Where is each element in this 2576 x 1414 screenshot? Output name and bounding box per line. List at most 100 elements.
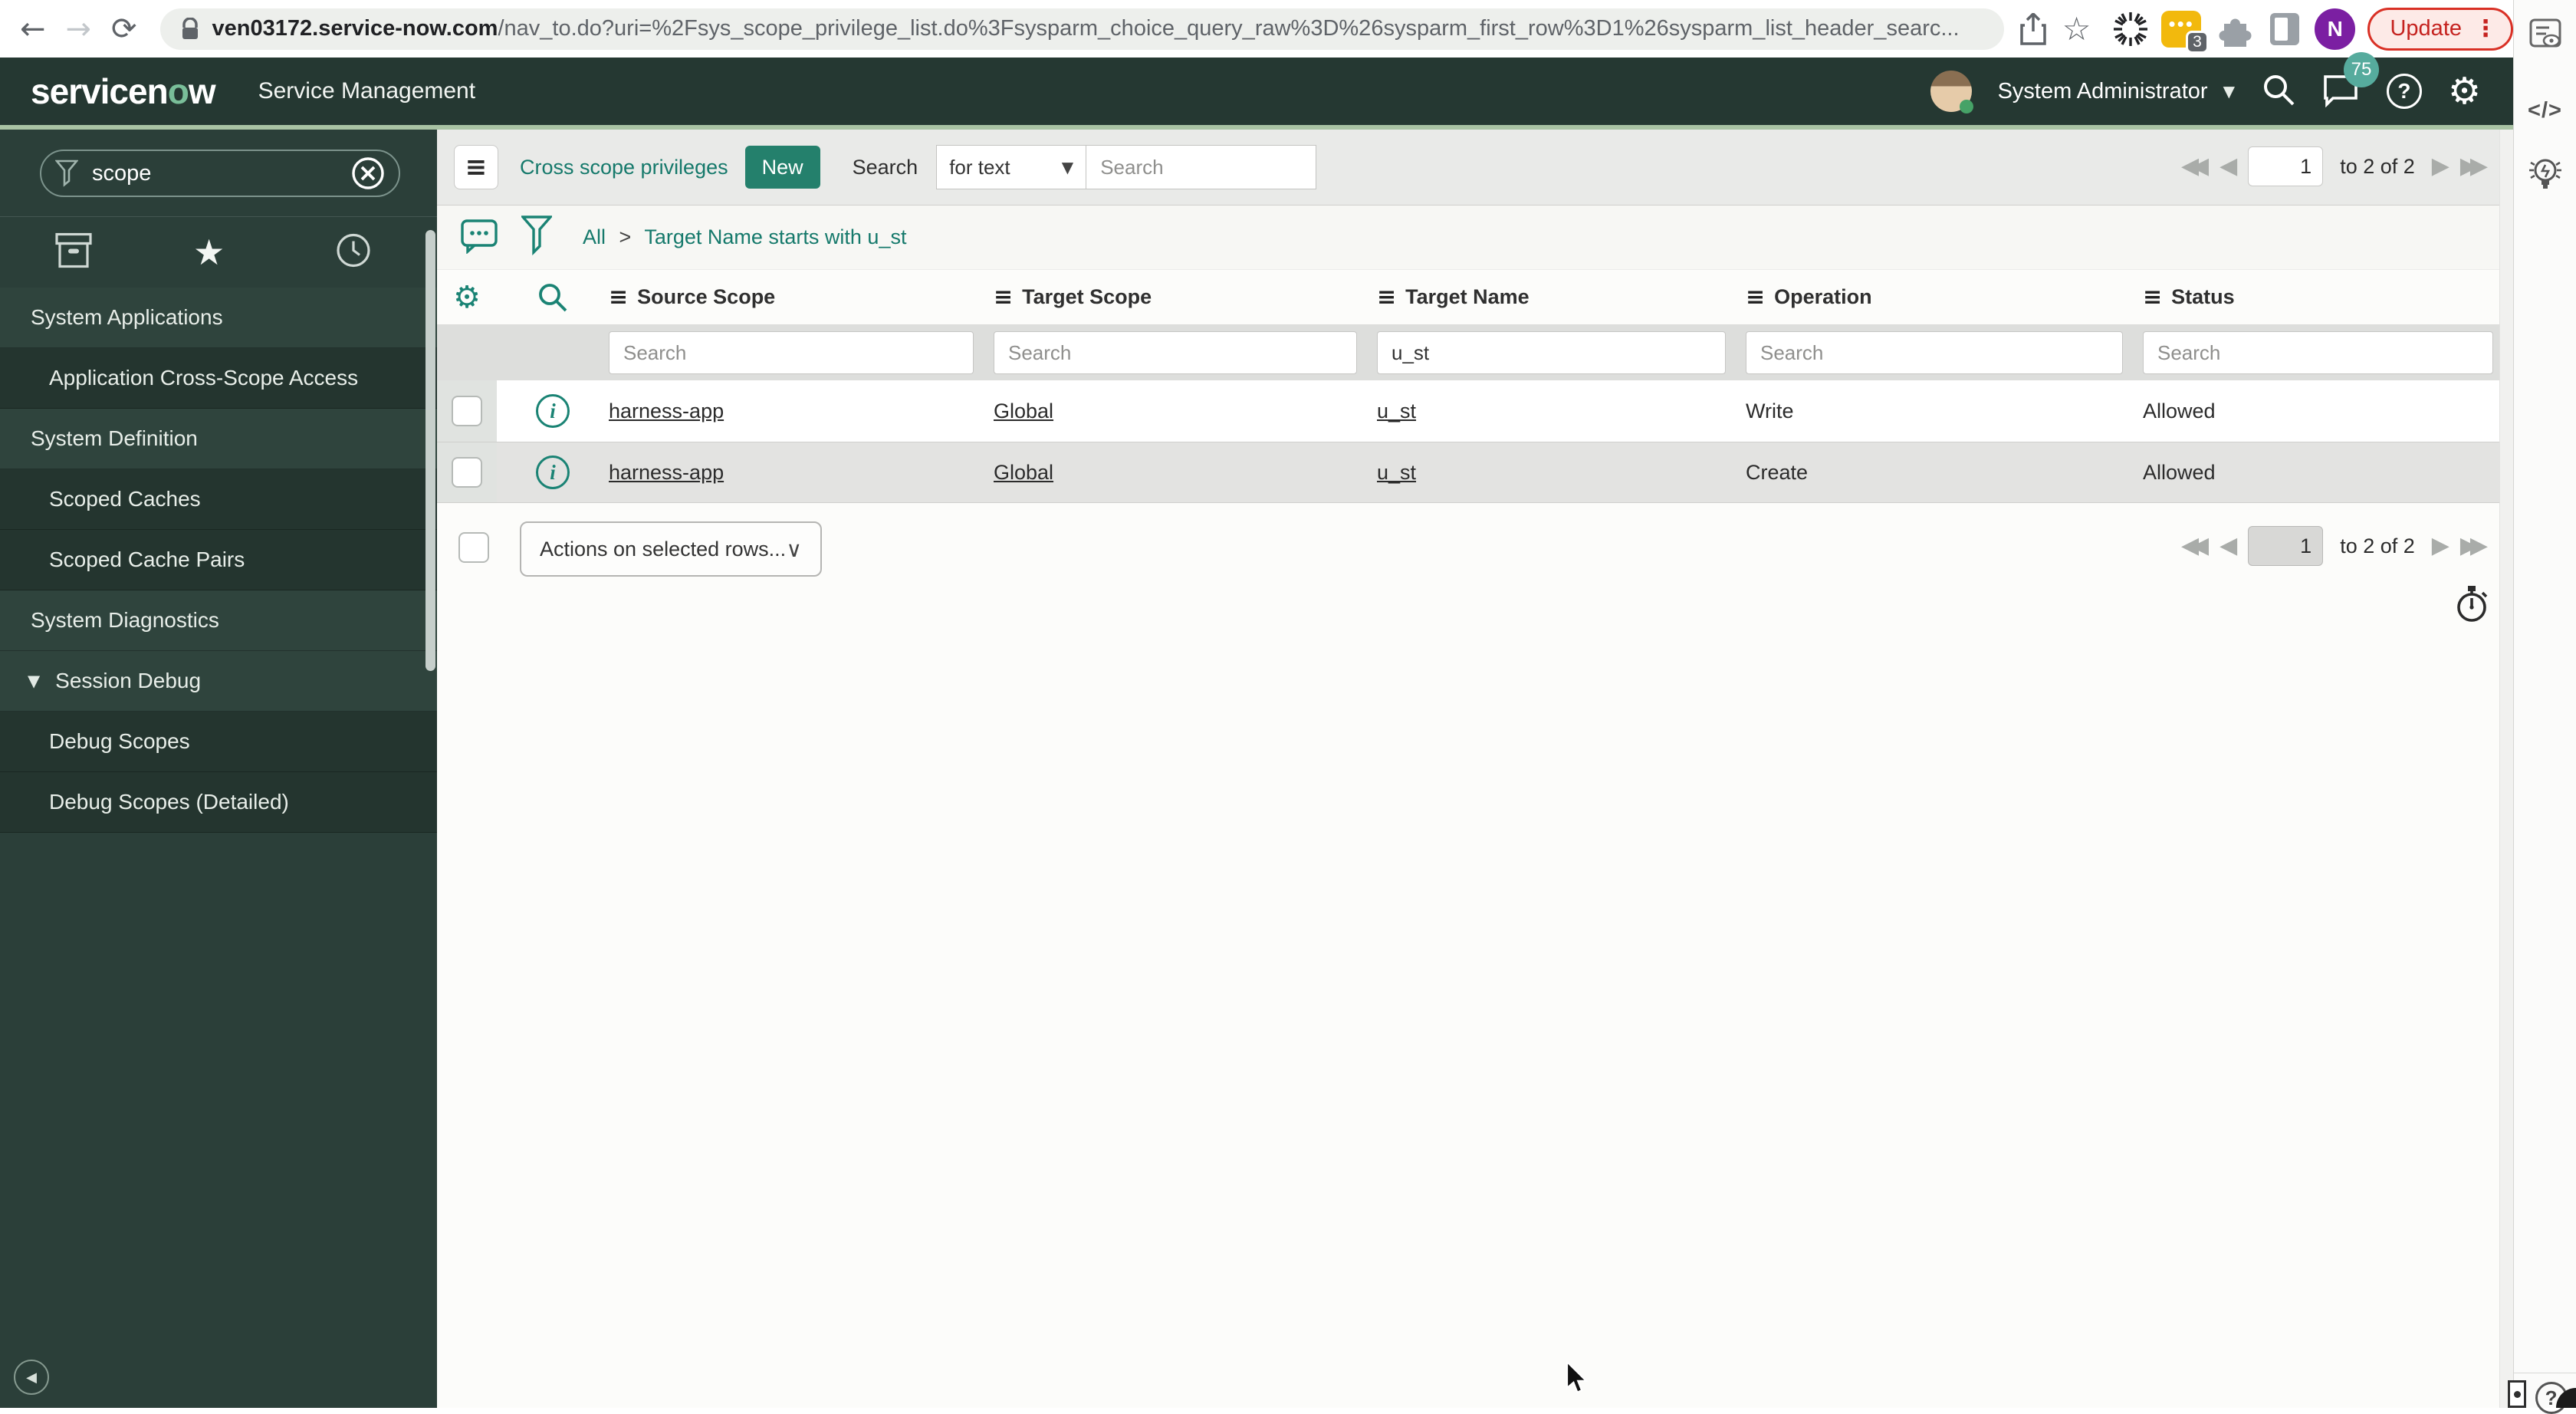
browser-update-button[interactable]: Update ⋮ <box>2367 7 2513 51</box>
sidebar-item-label: Scoped Cache Pairs <box>49 548 245 571</box>
search-field-select[interactable]: for text ▼ <box>936 145 1087 189</box>
sidebar-item[interactable]: Debug Scopes <box>0 712 437 772</box>
column-menu-icon[interactable]: ≡ <box>1377 284 1396 311</box>
page-number-input[interactable] <box>2248 526 2324 566</box>
first-page-button[interactable]: ◀◀ <box>2181 155 2209 178</box>
column-header[interactable]: ≡ Target Scope <box>994 284 1377 311</box>
sidebar-item[interactable]: ▼ Session Debug <box>0 651 437 712</box>
sidebar-item[interactable]: Debug Scopes (Detailed) <box>0 772 437 833</box>
next-page-button[interactable]: ▶ <box>2432 155 2450 178</box>
side-panel-icon[interactable] <box>2269 12 2301 47</box>
sidebar-item[interactable]: Scoped Caches <box>0 469 437 530</box>
favorites-tab-icon[interactable]: ★ <box>193 235 225 270</box>
row-info-icon[interactable]: i <box>536 455 570 489</box>
servicenow-logo[interactable]: servicenow <box>31 71 216 112</box>
extension-spinner-icon[interactable] <box>2112 11 2149 48</box>
prev-page-button[interactable]: ◀ <box>2220 155 2237 178</box>
list-context-menu-button[interactable]: ≡ <box>454 145 498 189</box>
column-filter-input[interactable] <box>1746 331 2123 374</box>
global-search-icon[interactable] <box>2261 72 2296 111</box>
settings-gear-icon[interactable]: ⚙ <box>2448 73 2481 110</box>
list-toolbar: ≡ Cross scope privileges New Search for … <box>437 130 2513 206</box>
cell-link[interactable]: Global <box>994 400 1053 423</box>
list-chat-icon[interactable] <box>460 217 498 258</box>
column-header[interactable]: ≡ Status <box>2143 284 2513 311</box>
browser-menu-icon[interactable]: ⋮ <box>2474 15 2497 42</box>
response-time-icon[interactable] <box>2453 583 2490 628</box>
sidebar-item[interactable]: Scoped Cache Pairs <box>0 530 437 590</box>
sidebar-scrollbar-thumb[interactable] <box>426 230 435 671</box>
row-checkbox[interactable] <box>452 396 482 426</box>
column-search-toggle-icon[interactable] <box>497 281 609 314</box>
column-menu-icon[interactable]: ≡ <box>2143 284 2162 311</box>
cell-link[interactable]: u_st <box>1377 461 1416 484</box>
sidebar-item[interactable]: System Definition <box>0 409 437 469</box>
user-menu[interactable]: System Administrator <box>1998 79 2208 104</box>
column-filter-input[interactable] <box>994 331 1357 374</box>
column-header[interactable]: ≡ Target Name <box>1377 284 1746 311</box>
last-page-button[interactable]: ▶▶ <box>2460 534 2488 557</box>
last-page-button[interactable]: ▶▶ <box>2460 155 2488 178</box>
first-page-button[interactable]: ◀◀ <box>2181 534 2209 557</box>
filter-icon[interactable] <box>520 215 554 259</box>
list-search-input[interactable] <box>1086 145 1317 189</box>
column-header[interactable]: ≡ Operation <box>1746 284 2143 311</box>
section-collapse-icon[interactable]: ▼ <box>28 672 40 690</box>
next-page-button[interactable]: ▶ <box>2432 534 2450 557</box>
navigator-filter-input[interactable]: scope <box>40 150 400 197</box>
page-number-input[interactable] <box>2248 146 2324 186</box>
breadcrumb-all-link[interactable]: All <box>583 225 606 248</box>
pagination-range-label: to 2 of 2 <box>2340 534 2415 557</box>
select-all-checkbox[interactable] <box>458 532 489 563</box>
chat-extension-icon[interactable]: ••• 3 <box>2161 10 2209 54</box>
record-stop-icon[interactable] <box>2508 1380 2526 1408</box>
column-header[interactable]: ≡ Source Scope <box>609 284 994 311</box>
search-label: Search <box>852 155 918 179</box>
column-filter-input[interactable] <box>1377 331 1726 374</box>
reading-list-icon[interactable] <box>2528 17 2563 56</box>
breadcrumb-filter-link[interactable]: Target Name starts with u_st <box>644 225 906 248</box>
column-filter-input[interactable] <box>609 331 974 374</box>
sidebar-item[interactable]: Application Cross-Scope Access <box>0 348 437 409</box>
history-tab-icon[interactable] <box>336 233 371 272</box>
share-icon[interactable] <box>2019 12 2047 45</box>
actions-dropdown-label: Actions on selected rows... <box>540 537 787 561</box>
conversations-icon[interactable]: 75 <box>2322 51 2379 111</box>
row-checkbox[interactable] <box>452 457 482 488</box>
collapse-navigator-button[interactable]: ◀ <box>14 1360 49 1395</box>
row-info-icon[interactable]: i <box>536 394 570 428</box>
user-menu-caret-icon[interactable]: ▼ <box>2223 82 2235 100</box>
lightbulb-icon[interactable] <box>2525 152 2565 200</box>
breadcrumb-bar: All > Target Name starts with u_st <box>437 206 2513 270</box>
sidebar-item[interactable]: System Diagnostics <box>0 590 437 651</box>
sidebar-item[interactable]: System Applications <box>0 288 437 348</box>
prev-page-button[interactable]: ◀ <box>2220 534 2237 557</box>
address-bar[interactable]: ven03172.service-now.com/nav_to.do?uri=%… <box>159 8 2004 50</box>
cell-link[interactable]: Global <box>994 461 1053 484</box>
browser-profile-avatar[interactable]: N <box>2314 8 2356 50</box>
cell-link[interactable]: harness-app <box>609 400 724 423</box>
actions-dropdown[interactable]: Actions on selected rows... ∨ <box>520 521 822 577</box>
reload-icon[interactable]: ⟳ <box>111 14 137 44</box>
cell-link[interactable]: u_st <box>1377 400 1416 423</box>
back-icon[interactable]: ← <box>20 14 46 44</box>
clear-filter-icon[interactable] <box>351 156 385 190</box>
column-filter-input[interactable] <box>2143 331 2493 374</box>
column-menu-icon[interactable]: ≡ <box>994 284 1013 311</box>
user-avatar[interactable] <box>1930 71 1973 113</box>
help-icon[interactable]: ? <box>2386 74 2422 109</box>
code-panel-icon[interactable]: </> <box>2528 98 2562 123</box>
list-settings-gear-icon[interactable]: ⚙ <box>437 282 497 313</box>
cell-link[interactable]: harness-app <box>609 461 724 484</box>
breadcrumb: All > Target Name starts with u_st <box>583 225 906 249</box>
new-record-button[interactable]: New <box>744 146 820 189</box>
extensions-puzzle-icon[interactable] <box>2218 12 2253 47</box>
column-menu-icon[interactable]: ≡ <box>609 284 628 311</box>
list-title-link[interactable]: Cross scope privileges <box>520 156 728 179</box>
forward-icon[interactable]: → <box>66 14 92 44</box>
sidebar-item-label: Scoped Caches <box>49 487 201 511</box>
all-applications-tab-icon[interactable] <box>55 232 92 272</box>
column-menu-icon[interactable]: ≡ <box>1746 284 1765 311</box>
actions-chevron-icon: ∨ <box>786 536 803 562</box>
bookmark-star-icon[interactable]: ☆ <box>2062 10 2091 48</box>
